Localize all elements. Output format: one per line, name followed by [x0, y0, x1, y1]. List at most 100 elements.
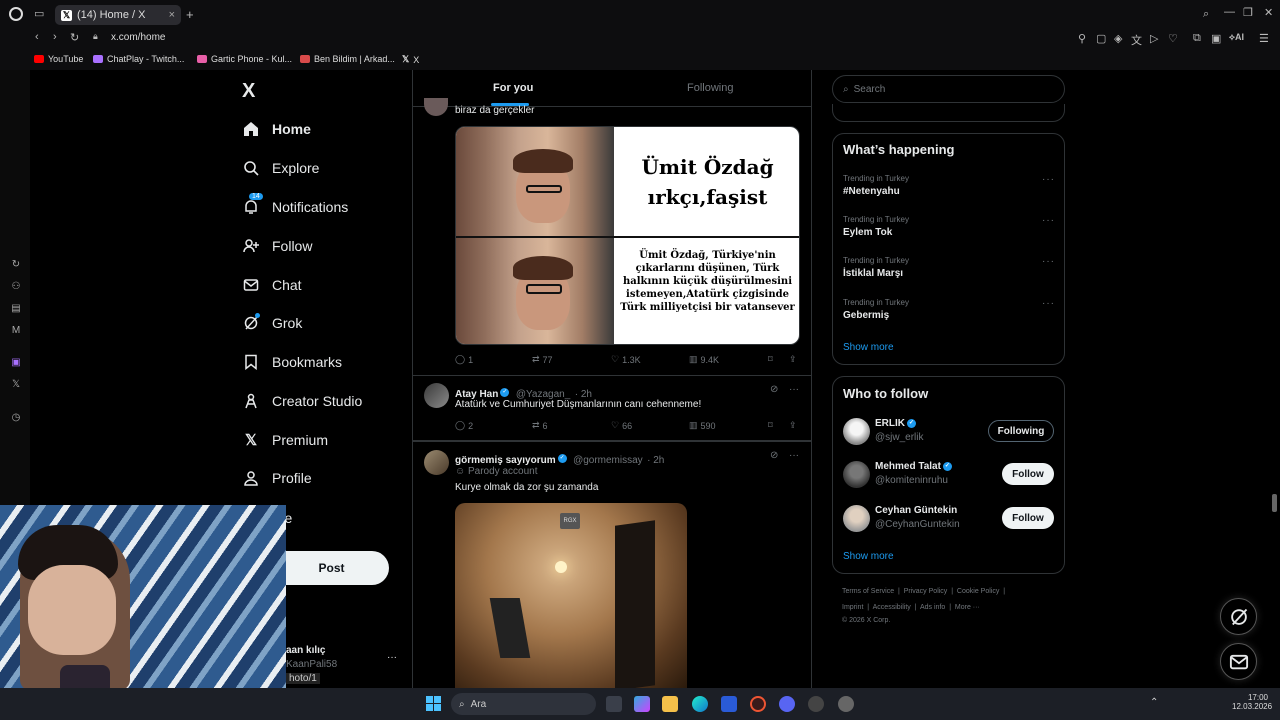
store-icon[interactable]	[721, 696, 737, 712]
nav-follow[interactable]: Follow	[242, 234, 312, 258]
repost-button[interactable]: ⇄ 77	[532, 354, 553, 365]
following-button[interactable]: Following	[988, 420, 1054, 442]
author-handle[interactable]: @gormemissay	[573, 455, 643, 466]
copilot-icon[interactable]	[634, 696, 650, 712]
scrollbar-thumb[interactable]	[1272, 494, 1277, 512]
history-icon[interactable]: ↻	[10, 259, 22, 271]
snapshot-icon[interactable]: ▢	[1096, 32, 1106, 45]
back-icon[interactable]: ‹	[35, 31, 39, 43]
wallet-icon[interactable]: ▣	[1211, 32, 1221, 45]
workspace-icon[interactable]: ▭	[34, 7, 44, 20]
nav-profile[interactable]: Profile	[242, 466, 312, 490]
tab-close-icon[interactable]: ×	[169, 9, 175, 21]
trend-more-icon[interactable]: ···	[1042, 215, 1055, 226]
avatar[interactable]	[424, 383, 449, 408]
footer-link[interactable]: Accessibility	[873, 604, 911, 611]
avatar[interactable]	[843, 461, 870, 488]
grok-explain-icon[interactable]: ⊘	[770, 450, 778, 461]
close-window-icon[interactable]: ✕	[1264, 6, 1273, 19]
views-button[interactable]: ▥ 9.4K	[689, 354, 719, 365]
x-logo-icon[interactable]: X	[242, 80, 255, 103]
tab-following[interactable]: Following	[687, 82, 733, 94]
suggestion-name[interactable]: ERLIK ✓	[875, 418, 918, 429]
lock-icon[interactable]: 🔒︎	[93, 31, 98, 42]
clock-icon[interactable]: ◷	[10, 412, 22, 424]
trend-more-icon[interactable]: ···	[1042, 256, 1055, 267]
trend-more-icon[interactable]: ···	[1042, 174, 1055, 185]
trend-item[interactable]: #Netenyahu	[843, 186, 900, 197]
nav-premium[interactable]: 𝕏 Premium	[242, 428, 328, 452]
tweet-video[interactable]: RGX	[455, 503, 687, 688]
notes-icon[interactable]: ▤	[10, 303, 22, 315]
bookmark-gartic[interactable]: Gartic Phone - Kul...	[197, 54, 292, 64]
footer-link[interactable]: Privacy Policy	[904, 588, 948, 595]
bookmark-button[interactable]: ⌑	[768, 354, 773, 365]
twitch-icon[interactable]: ▣	[10, 357, 22, 369]
avatar[interactable]	[843, 418, 870, 445]
pin-icon[interactable]: ⚲	[1078, 32, 1086, 45]
share-button[interactable]: ⇪	[789, 354, 797, 365]
heart-icon[interactable]: ♡	[1168, 32, 1178, 45]
ai-icon[interactable]: ⚇	[10, 281, 22, 293]
bookmark-youtube[interactable]: YouTube	[34, 54, 83, 64]
suggestion-name[interactable]: Ceyhan Güntekin	[875, 505, 957, 516]
forward-icon[interactable]: ›	[53, 31, 57, 43]
obs-icon[interactable]	[808, 696, 824, 712]
reply-button[interactable]: ◯ 1	[455, 354, 473, 365]
reload-icon[interactable]: ↻	[70, 31, 79, 44]
avatar[interactable]	[843, 505, 870, 532]
reply-button[interactable]: ◯ 2	[455, 420, 473, 431]
nav-bookmarks[interactable]: Bookmarks	[242, 350, 342, 374]
trend-item[interactable]: Eylem Tok	[843, 227, 892, 238]
footer-link[interactable]: Terms of Service	[842, 588, 894, 595]
file-explorer-icon[interactable]	[662, 696, 678, 712]
trend-item[interactable]: İstiklal Marşı	[843, 268, 903, 279]
share-button[interactable]: ⇪	[789, 420, 797, 431]
grok-explain-icon[interactable]: ⊘	[770, 384, 778, 395]
nav-explore[interactable]: Explore	[242, 156, 319, 180]
tab-for-you[interactable]: For you	[493, 82, 533, 94]
nav-home[interactable]: Home	[242, 117, 311, 141]
nav-notifications[interactable]: 14 Notifications	[242, 193, 348, 219]
edge-icon[interactable]	[692, 696, 708, 712]
tray-chevron-icon[interactable]: ⌃	[1150, 697, 1158, 708]
menu-icon[interactable]: ☰	[1259, 32, 1269, 45]
maximize-icon[interactable]: ❐	[1243, 6, 1253, 19]
tweet-time[interactable]: · 2h	[647, 455, 664, 466]
extensions-icon[interactable]: ⧉	[1193, 32, 1201, 45]
show-more-link[interactable]: Show more	[843, 342, 894, 353]
trend-more-icon[interactable]: ···	[1042, 298, 1055, 309]
bookmark-benbildim[interactable]: Ben Bildim | Arkad...	[300, 54, 395, 64]
follow-button[interactable]: Follow	[1002, 507, 1054, 529]
aria-ai-button[interactable]: ⟡AI	[1229, 32, 1244, 43]
steam-icon[interactable]	[838, 696, 854, 712]
follow-button[interactable]: Follow	[1002, 463, 1054, 485]
avatar[interactable]	[424, 450, 449, 475]
tweet-more-icon[interactable]: ···	[789, 450, 799, 461]
author-name[interactable]: görmemiş sayıyorum	[455, 455, 556, 466]
views-button[interactable]: ▥ 590	[689, 420, 716, 431]
taskbar-clock[interactable]: 17:00 12.03.2026	[1232, 693, 1272, 711]
bookmark-x[interactable]: 𝕏X	[402, 54, 419, 65]
nav-creator-studio[interactable]: Creator Studio	[242, 389, 362, 413]
suggestion-name[interactable]: Mehmed Talat ✓	[875, 461, 954, 472]
grok-fab[interactable]	[1220, 598, 1257, 635]
search-tabs-icon[interactable]: ⌕	[1203, 8, 1209, 21]
url-field[interactable]: x.com/home	[111, 32, 165, 43]
like-button[interactable]: ♡ 66	[611, 420, 632, 431]
footer-link[interactable]: Imprint	[842, 604, 863, 611]
discord-icon[interactable]	[779, 696, 795, 712]
tweet-image[interactable]: Ümit Özdağ ırkçı,faşist Ümit Özdağ, Türk…	[455, 126, 800, 345]
trend-item[interactable]: Gebermiş	[843, 310, 889, 321]
minimize-icon[interactable]: —	[1224, 6, 1235, 18]
opera-taskbar-icon[interactable]	[750, 696, 766, 712]
tweet-more-icon[interactable]: ···	[789, 384, 799, 395]
footer-link[interactable]: Ads info	[920, 604, 945, 611]
shield-icon[interactable]: ◈	[1114, 32, 1122, 45]
nav-chat[interactable]: Chat	[242, 273, 302, 297]
play-icon[interactable]: ▷	[1150, 32, 1158, 45]
task-view-icon[interactable]	[606, 696, 622, 712]
opera-logo-icon[interactable]	[9, 7, 23, 21]
translate-icon[interactable]: 文	[1131, 32, 1142, 48]
browser-tab-active[interactable]: 𝕏 (14) Home / X ×	[55, 5, 181, 25]
